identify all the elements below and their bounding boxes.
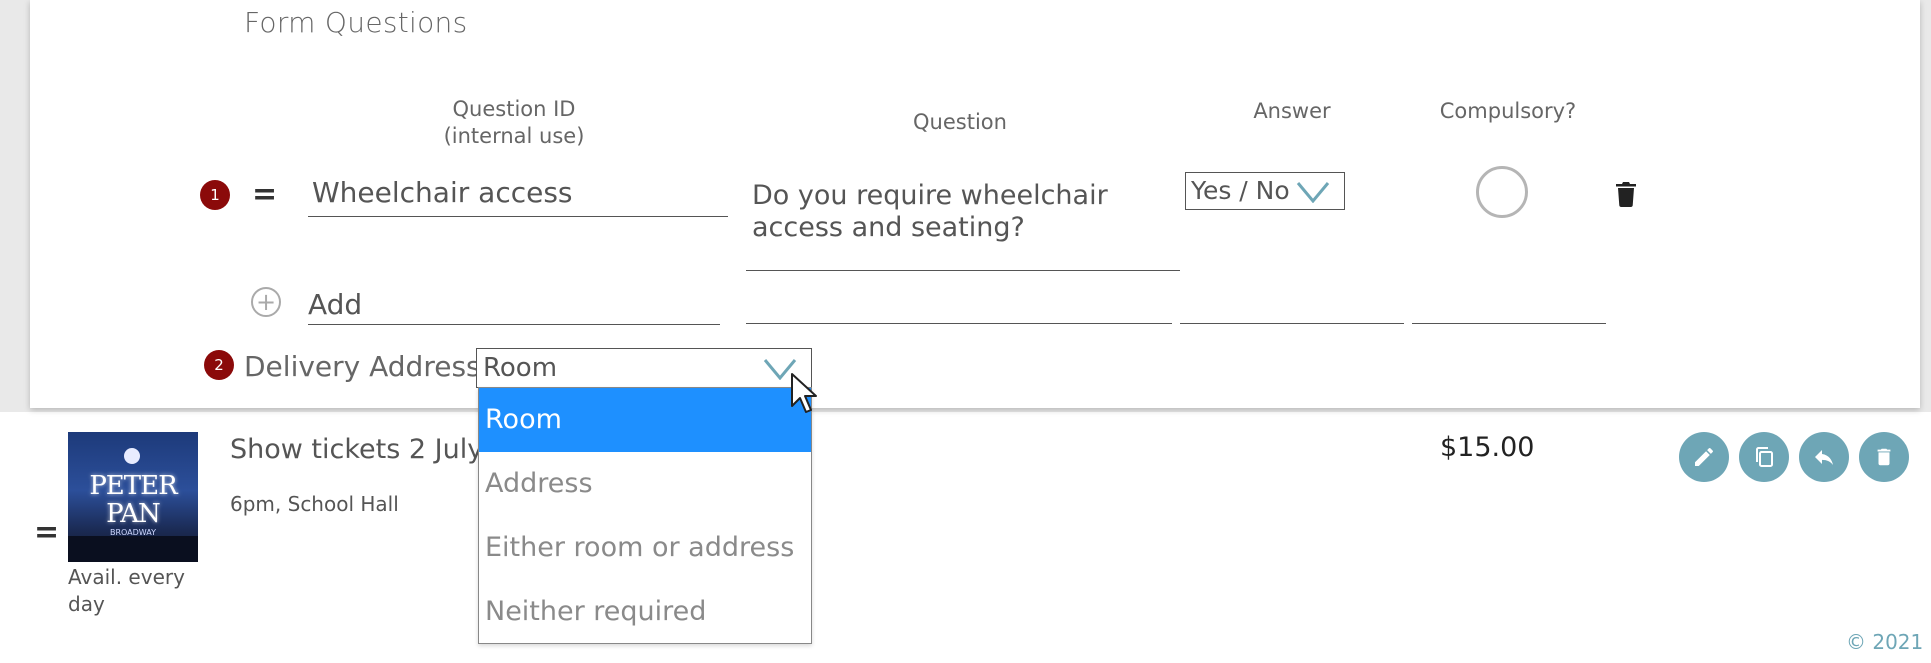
question-text-line1: Do you require wheelchair [752, 180, 1108, 211]
duplicate-button[interactable] [1739, 432, 1789, 482]
question-id-value: Wheelchair access [312, 176, 573, 209]
reply-button[interactable] [1799, 432, 1849, 482]
poster-skyline [68, 536, 198, 562]
mouse-cursor-icon [791, 373, 817, 413]
option-neither[interactable]: Neither required [479, 580, 811, 644]
question-text-value: Do you require wheelchair access and sea… [752, 180, 1108, 244]
answer-type-select[interactable]: Yes / No [1185, 172, 1345, 210]
chevron-down-icon [1296, 182, 1330, 203]
option-address[interactable]: Address [479, 452, 811, 516]
column-header-question-id: Question ID (internal use) [414, 96, 614, 150]
question-number-badge: 1 [200, 180, 230, 210]
delivery-address-select[interactable]: Room [476, 348, 812, 388]
product-thumbnail[interactable]: PETER PAN BROADWAY [68, 432, 198, 562]
delivery-number-badge: 2 [204, 350, 234, 380]
column-header-compulsory: Compulsory? [1439, 99, 1577, 123]
product-subtitle: 6pm, School Hall [230, 492, 399, 516]
column-header-question: Question [913, 110, 1007, 134]
option-room[interactable]: Room [479, 388, 811, 452]
delivery-address-label: Delivery Address: [244, 350, 491, 383]
add-question-text-input[interactable] [746, 283, 1172, 324]
question-text-input[interactable]: Do you require wheelchair access and sea… [746, 176, 1180, 271]
poster-title: PETER PAN [68, 472, 198, 528]
add-question-placeholder: Add [308, 288, 363, 321]
availability-text: Avail. every day [68, 565, 185, 616]
add-answer-input[interactable] [1180, 283, 1404, 324]
column-header-question-id-line2: (internal use) [443, 124, 585, 148]
copy-icon [1756, 447, 1773, 467]
compulsory-toggle[interactable] [1476, 166, 1528, 218]
poster-title-line1: PETER [89, 471, 177, 501]
question-id-input[interactable]: Wheelchair access [308, 174, 728, 217]
delivery-address-value: Room [483, 353, 558, 383]
option-either[interactable]: Either room or address [479, 516, 811, 580]
trash-icon [1616, 182, 1636, 208]
product-price: $15.00 [1440, 432, 1535, 463]
product-drag-handle[interactable]: = [34, 518, 59, 548]
trash-icon [1877, 448, 1891, 466]
delete-product-button[interactable] [1859, 432, 1909, 482]
reply-icon [1815, 450, 1833, 465]
add-question-icon[interactable]: + [251, 287, 281, 317]
add-compulsory-input[interactable] [1412, 283, 1606, 324]
question-drag-handle[interactable]: = [252, 180, 277, 210]
column-header-question-id-line1: Question ID [452, 97, 576, 121]
delete-question-button[interactable] [1614, 180, 1638, 212]
edit-button[interactable] [1679, 432, 1729, 482]
copyright-text: © 2021 [1846, 630, 1924, 654]
poster-title-line2: PAN [106, 499, 161, 529]
answer-type-value: Yes / No [1191, 176, 1290, 205]
delivery-address-options: Room Address Either room or address Neit… [478, 387, 812, 644]
pencil-icon [1695, 447, 1713, 466]
question-text-line2: access and seating? [752, 212, 1025, 243]
column-header-answer: Answer [1253, 99, 1331, 123]
add-question-input[interactable]: Add [308, 284, 720, 325]
product-title: Show tickets 2 July [230, 434, 484, 465]
section-title: Form Questions [244, 6, 468, 39]
poster-moon [124, 448, 140, 464]
